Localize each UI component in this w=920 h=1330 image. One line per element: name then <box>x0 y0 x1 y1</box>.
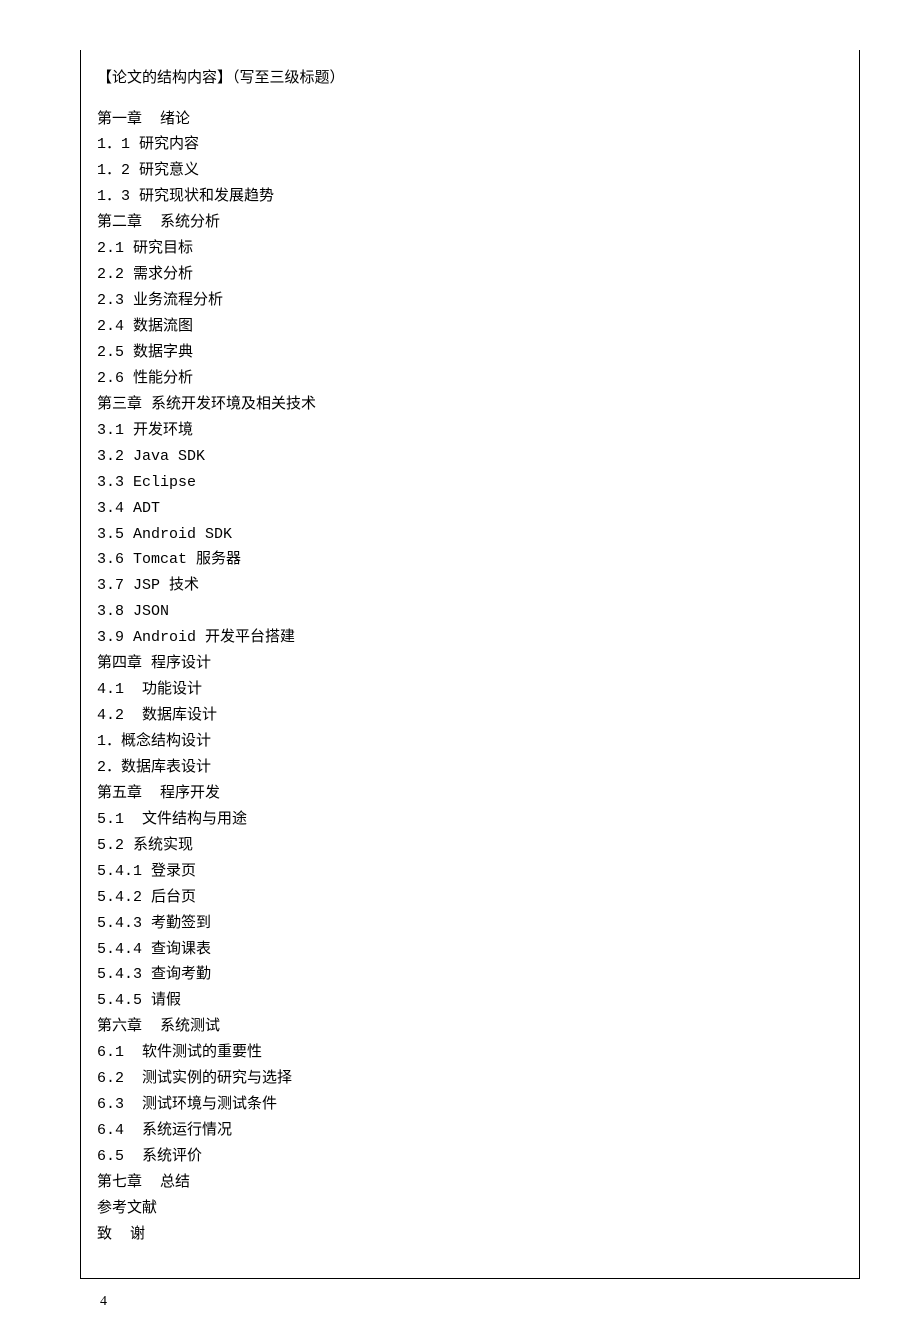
toc-item: 3.6 Tomcat 服务器 <box>97 547 843 573</box>
toc-item: 3.9 Android 开发平台搭建 <box>97 625 843 651</box>
toc-list: 第一章 绪论1．1 研究内容1．2 研究意义1．3 研究现状和发展趋势第二章 系… <box>97 107 843 1248</box>
toc-item: 5.4.3 考勤签到 <box>97 911 843 937</box>
toc-item: 5.2 系统实现 <box>97 833 843 859</box>
toc-item: 3.5 Android SDK <box>97 522 843 548</box>
toc-item: 2.4 数据流图 <box>97 314 843 340</box>
toc-item: 第七章 总结 <box>97 1170 843 1196</box>
toc-item: 2.6 性能分析 <box>97 366 843 392</box>
toc-item: 2.5 数据字典 <box>97 340 843 366</box>
toc-item: 2．数据库表设计 <box>97 755 843 781</box>
toc-item: 6.1 软件测试的重要性 <box>97 1040 843 1066</box>
toc-item: 6.5 系统评价 <box>97 1144 843 1170</box>
toc-item: 5.4.2 后台页 <box>97 885 843 911</box>
toc-item: 第一章 绪论 <box>97 107 843 133</box>
toc-item: 致 谢 <box>97 1222 843 1248</box>
toc-item: 1．2 研究意义 <box>97 158 843 184</box>
toc-item: 3.1 开发环境 <box>97 418 843 444</box>
toc-item: 4.1 功能设计 <box>97 677 843 703</box>
toc-item: 第五章 程序开发 <box>97 781 843 807</box>
toc-item: 2.1 研究目标 <box>97 236 843 262</box>
toc-item: 3.2 Java SDK <box>97 444 843 470</box>
toc-item: 5.4.3 查询考勤 <box>97 962 843 988</box>
toc-item: 1．3 研究现状和发展趋势 <box>97 184 843 210</box>
toc-item: 2.2 需求分析 <box>97 262 843 288</box>
toc-item: 第三章 系统开发环境及相关技术 <box>97 392 843 418</box>
toc-item: 4.2 数据库设计 <box>97 703 843 729</box>
page-number: 4 <box>100 1294 107 1310</box>
toc-item: 6.2 测试实例的研究与选择 <box>97 1066 843 1092</box>
document-page: 【论文的结构内容】（写至三级标题） 第一章 绪论1．1 研究内容1．2 研究意义… <box>0 0 920 1330</box>
toc-item: 6.4 系统运行情况 <box>97 1118 843 1144</box>
toc-item: 1．1 研究内容 <box>97 132 843 158</box>
toc-item: 1．概念结构设计 <box>97 729 843 755</box>
toc-item: 5.4.1 登录页 <box>97 859 843 885</box>
content-box: 【论文的结构内容】（写至三级标题） 第一章 绪论1．1 研究内容1．2 研究意义… <box>80 50 860 1279</box>
toc-item: 3.7 JSP 技术 <box>97 573 843 599</box>
toc-item: 第四章 程序设计 <box>97 651 843 677</box>
toc-item: 6.3 测试环境与测试条件 <box>97 1092 843 1118</box>
toc-item: 5.4.4 查询课表 <box>97 937 843 963</box>
toc-item: 3.4 ADT <box>97 496 843 522</box>
toc-item: 2.3 业务流程分析 <box>97 288 843 314</box>
toc-item: 3.8 JSON <box>97 599 843 625</box>
toc-item: 第二章 系统分析 <box>97 210 843 236</box>
toc-item: 3.3 Eclipse <box>97 470 843 496</box>
toc-item: 5.1 文件结构与用途 <box>97 807 843 833</box>
toc-item: 第六章 系统测试 <box>97 1014 843 1040</box>
section-heading: 【论文的结构内容】（写至三级标题） <box>97 64 843 93</box>
toc-item: 参考文献 <box>97 1196 843 1222</box>
toc-item: 5.4.5 请假 <box>97 988 843 1014</box>
